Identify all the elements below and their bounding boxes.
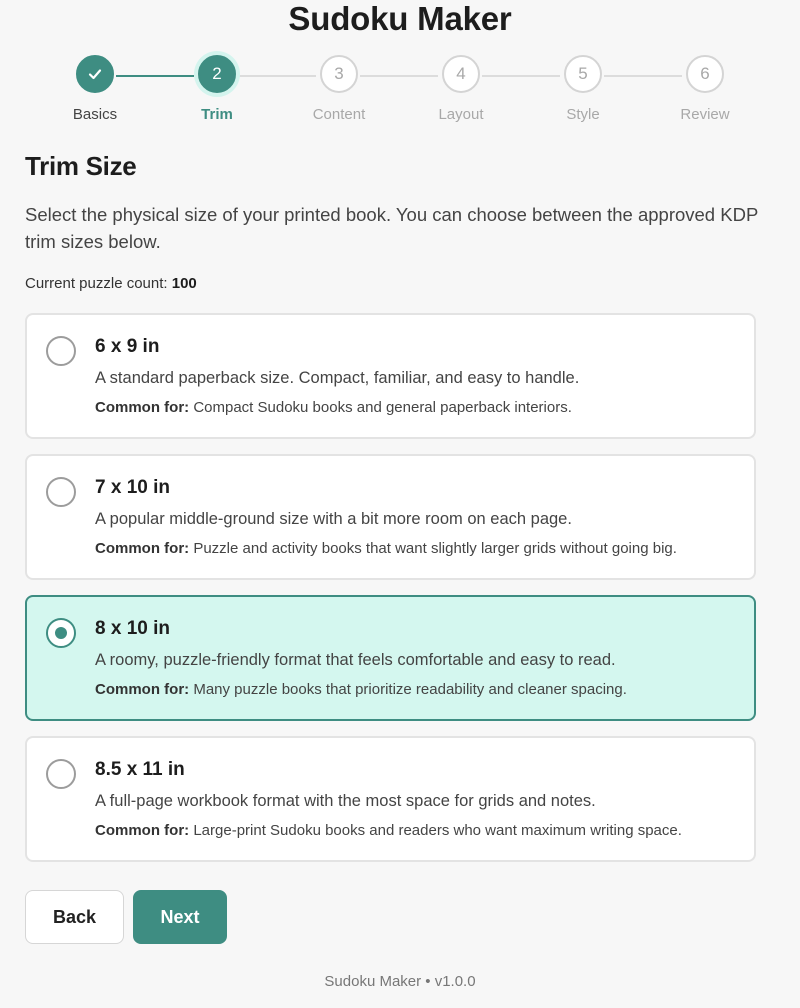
step-label: Review [680, 106, 730, 123]
section-title: Trim Size [25, 151, 137, 181]
option-common-for: Common for: Many puzzle books that prior… [95, 681, 627, 698]
step-number: 2 [198, 55, 236, 93]
step-trim[interactable]: 2 Trim [167, 55, 267, 123]
common-for-label: Common for: [95, 399, 190, 416]
common-for-text: Puzzle and activity books that want slig… [193, 540, 677, 557]
option-description: A standard paperback size. Compact, fami… [95, 369, 580, 387]
progress-stepper: Basics 2 Trim 3 Content 4 Layout 5 Style… [0, 55, 800, 130]
radio-button[interactable] [46, 618, 76, 648]
common-for-label: Common for: [95, 540, 190, 557]
step-basics[interactable]: Basics [45, 55, 145, 123]
step-label: Layout [438, 106, 484, 123]
step-number: 3 [320, 55, 358, 93]
step-number: 4 [442, 55, 480, 93]
option-description: A popular middle-ground size with a bit … [95, 510, 572, 528]
step-number: 6 [686, 55, 724, 93]
option-name: 7 x 10 in [95, 477, 170, 498]
puzzle-count: Current puzzle count: 100 [25, 275, 197, 292]
option-description: A roomy, puzzle-friendly format that fee… [95, 651, 616, 669]
footer-version: Sudoku Maker • v1.0.0 [324, 973, 476, 990]
trim-option-7x10[interactable]: 7 x 10 in A popular middle-ground size w… [25, 454, 756, 580]
radio-selected-dot [55, 627, 67, 639]
next-button[interactable]: Next [133, 890, 227, 944]
back-button[interactable]: Back [25, 890, 124, 944]
step-label: Content [312, 106, 366, 123]
trim-option-6x9[interactable]: 6 x 9 in A standard paperback size. Comp… [25, 313, 756, 439]
option-common-for: Common for: Puzzle and activity books th… [95, 540, 677, 557]
common-for-text: Large-print Sudoku books and readers who… [193, 822, 682, 839]
option-common-for: Common for: Large-print Sudoku books and… [95, 822, 682, 839]
trim-option-8x10[interactable]: 8 x 10 in A roomy, puzzle-friendly forma… [25, 595, 756, 721]
option-name: 8 x 10 in [95, 618, 170, 639]
step-style[interactable]: 5 Style [533, 55, 633, 123]
section-description: Select the physical size of your printed… [25, 204, 758, 252]
step-review[interactable]: 6 Review [655, 55, 755, 123]
option-name: 6 x 9 in [95, 336, 160, 357]
check-icon [88, 69, 102, 80]
step-number: 5 [564, 55, 602, 93]
step-label: Trim [201, 106, 233, 123]
puzzle-count-value: 100 [171, 275, 197, 292]
radio-button[interactable] [46, 477, 76, 507]
option-common-for: Common for: Compact Sudoku books and gen… [95, 399, 572, 416]
step-label: Basics [72, 106, 118, 123]
common-for-label: Common for: [95, 681, 190, 698]
step-layout[interactable]: 4 Layout [411, 55, 511, 123]
puzzle-count-label: Current puzzle count: [25, 275, 168, 292]
step-circle [76, 55, 114, 93]
option-description: A full-page workbook format with the mos… [95, 792, 596, 810]
trim-option-8.5x11[interactable]: 8.5 x 11 in A full-page workbook format … [25, 736, 756, 862]
common-for-text: Many puzzle books that prioritize readab… [193, 681, 627, 698]
step-content[interactable]: 3 Content [289, 55, 389, 123]
radio-button[interactable] [46, 759, 76, 789]
option-name: 8.5 x 11 in [95, 759, 185, 780]
step-label: Style [566, 106, 600, 123]
common-for-label: Common for: [95, 822, 190, 839]
common-for-text: Compact Sudoku books and general paperba… [193, 399, 572, 416]
radio-button[interactable] [46, 336, 76, 366]
app-title: Sudoku Maker [288, 0, 512, 37]
